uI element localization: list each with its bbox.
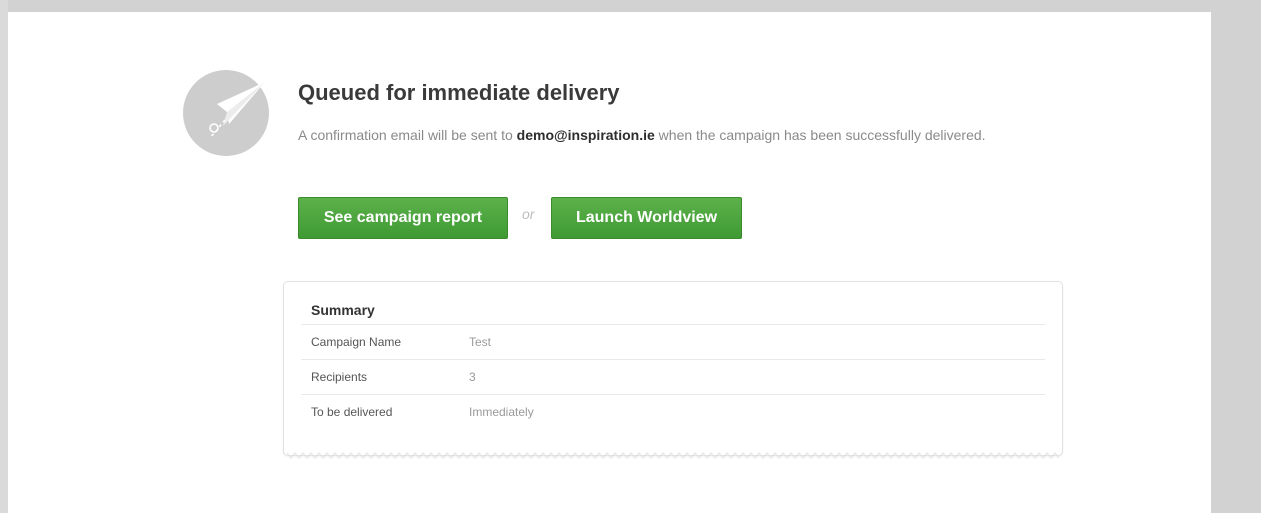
page-title: Queued for immediate delivery (298, 80, 620, 105)
background-shape (0, 0, 8, 513)
or-separator: or (522, 206, 535, 222)
launch-worldview-button[interactable]: Launch Worldview (551, 197, 742, 239)
paper-plane-icon (183, 70, 269, 156)
summary-title: Summary (311, 302, 375, 318)
table-row: Campaign Name Test (301, 324, 1045, 360)
recipients-value: 3 (469, 359, 1045, 395)
table-row: To be delivered Immediately (301, 394, 1045, 429)
summary-table: Campaign Name Test Recipients 3 To be de… (301, 324, 1045, 429)
confirmation-email: demo@inspiration.ie (516, 127, 655, 143)
campaign-name-label: Campaign Name (301, 324, 469, 360)
campaign-name-value: Test (469, 324, 1045, 360)
message-suffix: when the campaign has been successfully … (654, 127, 986, 143)
torn-edge (287, 452, 1059, 459)
message-prefix: A confirmation email will be sent to (298, 127, 517, 143)
see-campaign-report-button[interactable]: See campaign report (298, 197, 508, 239)
delivery-time-label: To be delivered (301, 394, 469, 429)
delivery-time-value: Immediately (469, 394, 1045, 429)
table-row: Recipients 3 (301, 359, 1045, 395)
confirmation-message: A confirmation email will be sent to dem… (298, 124, 1018, 146)
summary-card: Summary Campaign Name Test Recipients 3 … (283, 281, 1063, 456)
recipients-label: Recipients (301, 359, 469, 395)
